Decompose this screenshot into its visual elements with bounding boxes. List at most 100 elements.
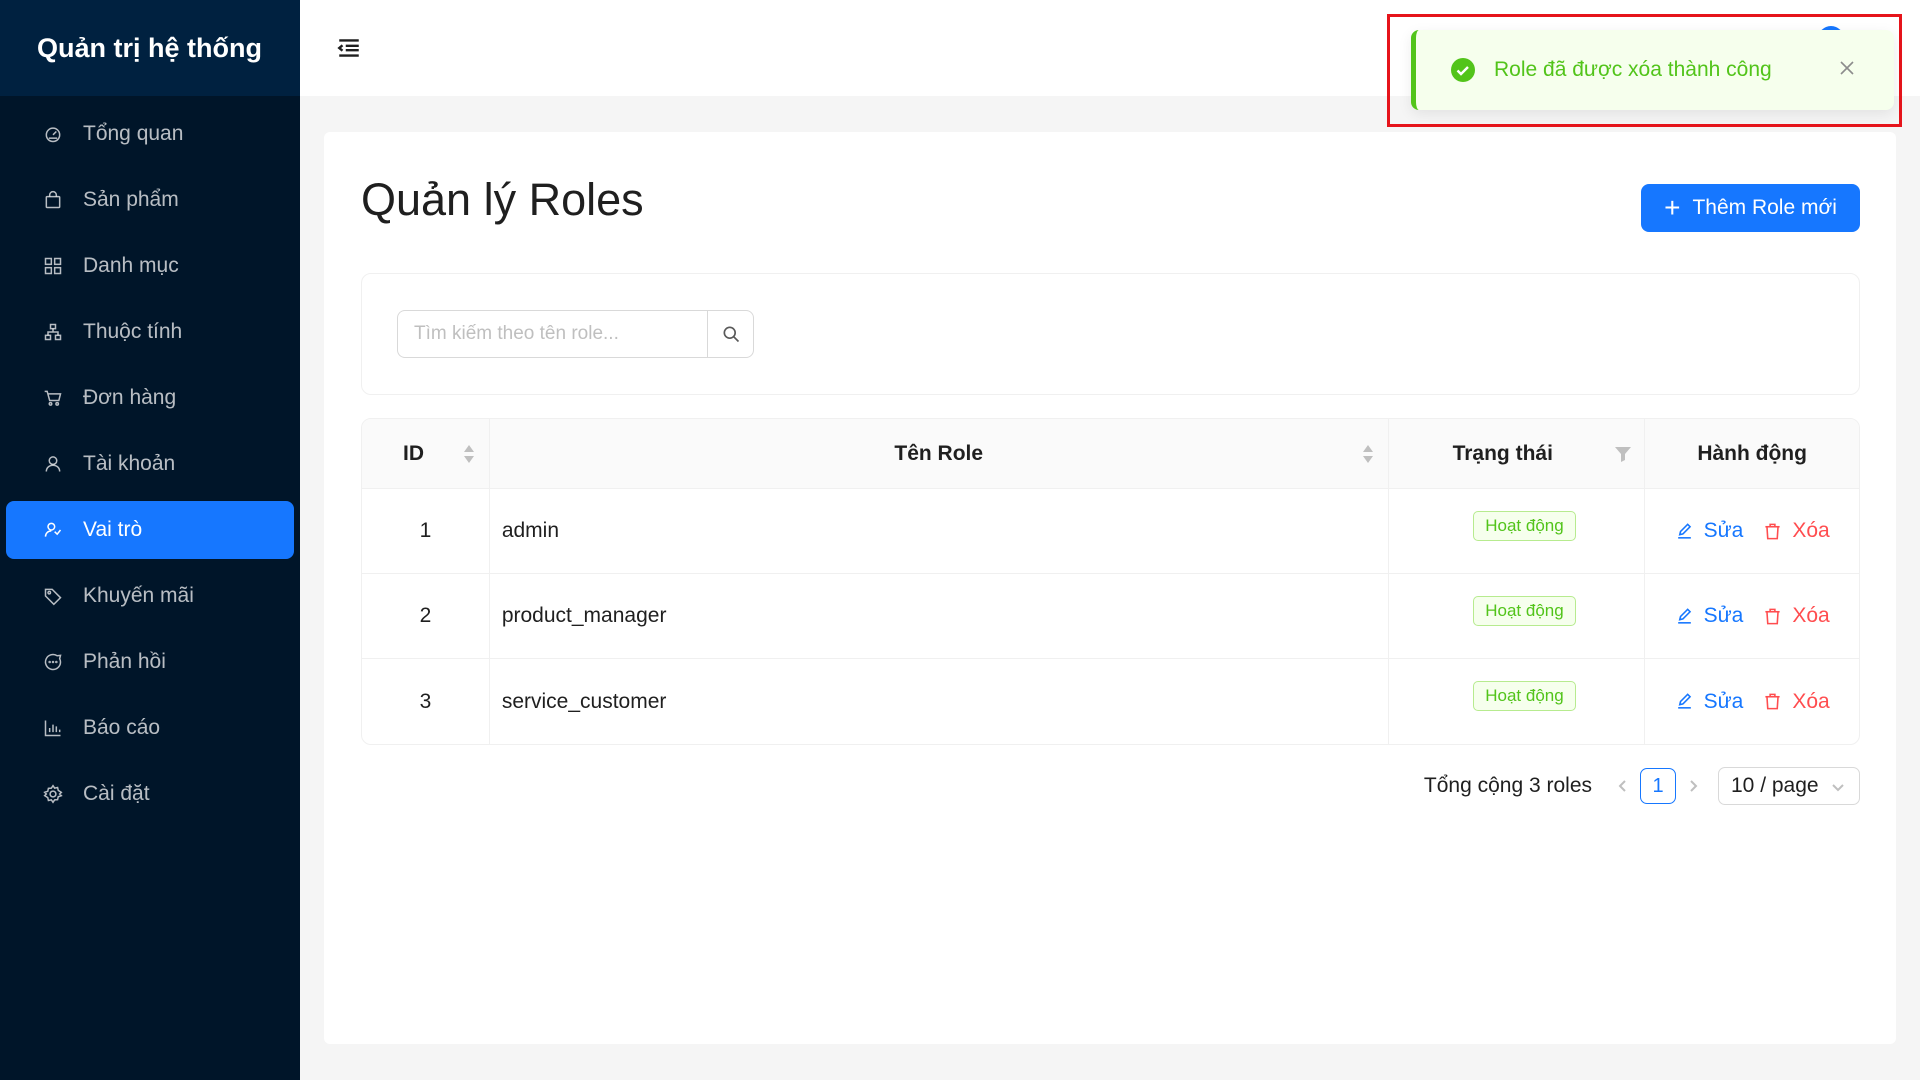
- table-header: ID Tên Role Trạng thái Hành động: [362, 419, 1859, 489]
- sort-icon[interactable]: [462, 443, 476, 465]
- prev-page-button[interactable]: [1610, 768, 1636, 804]
- sidebar-menu: Tổng quan Sản phẩm Danh mục Thuộc tính Đ…: [0, 96, 300, 823]
- edit-label: Sửa: [1703, 689, 1744, 713]
- edit-button[interactable]: Sửa: [1675, 519, 1744, 543]
- delete-button[interactable]: Xóa: [1763, 519, 1830, 543]
- success-toast: Role đã được xóa thành công: [1411, 30, 1894, 110]
- pagination: Tổng cộng 3 roles 1 10 / page: [1424, 767, 1860, 805]
- sidebar-item-orders[interactable]: Đơn hàng: [6, 369, 294, 427]
- cell-role-name: admin: [490, 489, 1389, 573]
- sidebar-item-promotions[interactable]: Khuyến mãi: [6, 567, 294, 625]
- cell-actions: Sửa Xóa: [1645, 659, 1859, 744]
- sidebar-item-label: Tài khoản: [83, 452, 176, 475]
- search-button[interactable]: [707, 310, 754, 358]
- status-badge: Hoạt động: [1473, 511, 1576, 541]
- cell-status: Hoạt động: [1389, 659, 1646, 744]
- trash-icon: [1765, 523, 1780, 539]
- cell-id: 3: [362, 659, 490, 744]
- sidebar-item-label: Vai trò: [83, 518, 143, 541]
- menu-fold-icon[interactable]: [336, 35, 364, 63]
- column-header-label: ID: [403, 441, 424, 465]
- page-title: Quản lý Roles: [361, 174, 644, 225]
- sidebar-item-settings[interactable]: Cài đặt: [6, 765, 294, 823]
- sidebar-item-feedback[interactable]: Phản hồi: [6, 633, 294, 691]
- sidebar-item-label: Đơn hàng: [83, 386, 177, 409]
- cell-id: 1: [362, 489, 490, 573]
- sidebar-item-products[interactable]: Sản phẩm: [6, 171, 294, 229]
- hierarchy-icon: [42, 321, 64, 343]
- sidebar-item-roles[interactable]: Vai trò: [6, 501, 294, 559]
- column-header-name[interactable]: Tên Role: [490, 419, 1389, 488]
- dashboard-icon: [42, 123, 64, 145]
- close-icon[interactable]: [1838, 59, 1860, 81]
- column-header-id[interactable]: ID: [362, 419, 490, 488]
- search-card: [361, 273, 1860, 395]
- search-input[interactable]: [397, 310, 707, 358]
- shopping-bag-icon: [42, 189, 64, 211]
- status-badge: Hoạt động: [1473, 681, 1576, 711]
- cart-icon: [42, 387, 64, 409]
- cell-id: 2: [362, 574, 490, 658]
- cell-role-name: service_customer: [490, 659, 1389, 744]
- table-row: 2 product_manager Hoạt động Sửa Xóa: [362, 574, 1859, 659]
- edit-button[interactable]: Sửa: [1675, 604, 1744, 628]
- edit-icon: [1677, 522, 1691, 539]
- trash-icon: [1765, 608, 1780, 624]
- column-header-label: Tên Role: [894, 441, 984, 465]
- cell-actions: Sửa Xóa: [1645, 574, 1859, 658]
- sidebar-item-label: Danh mục: [83, 254, 179, 277]
- column-header-label: Trạng thái: [1452, 441, 1553, 465]
- delete-button[interactable]: Xóa: [1763, 604, 1830, 628]
- chevron-right-icon: [1690, 780, 1698, 792]
- sidebar-item-label: Tổng quan: [83, 122, 184, 145]
- delete-label: Xóa: [1792, 689, 1830, 713]
- chevron-down-icon: [1832, 784, 1844, 792]
- brand-title: Quản trị hệ thống: [37, 32, 262, 63]
- toast-message: Role đã được xóa thành công: [1494, 58, 1772, 81]
- add-role-button[interactable]: + Thêm Role mới: [1641, 184, 1860, 232]
- column-header-actions: Hành động: [1645, 419, 1859, 488]
- sidebar-item-categories[interactable]: Danh mục: [6, 237, 294, 295]
- filter-icon[interactable]: [1614, 445, 1632, 463]
- sidebar-item-dashboard[interactable]: Tổng quan: [6, 105, 294, 163]
- edit-icon: [1677, 607, 1691, 624]
- pagination-total: Tổng cộng 3 roles: [1423, 774, 1592, 797]
- sidebar-item-attributes[interactable]: Thuộc tính: [6, 303, 294, 361]
- sidebar-item-label: Sản phẩm: [83, 188, 179, 211]
- gear-icon: [42, 783, 64, 805]
- main-content: Quản lý Roles + Thêm Role mới ID Tên Rol…: [324, 132, 1896, 1044]
- sidebar-item-label: Thuộc tính: [83, 320, 183, 343]
- status-badge: Hoạt động: [1473, 596, 1576, 626]
- next-page-button[interactable]: [1680, 768, 1706, 804]
- plus-icon: +: [1664, 192, 1681, 223]
- sidebar-item-label: Phản hồi: [83, 650, 166, 673]
- search-group: [397, 310, 754, 358]
- sort-icon[interactable]: [1361, 443, 1375, 465]
- delete-label: Xóa: [1792, 604, 1830, 627]
- sidebar-item-reports[interactable]: Báo cáo: [6, 699, 294, 757]
- sidebar-item-label: Khuyến mãi: [83, 584, 194, 607]
- cell-status: Hoạt động: [1389, 489, 1646, 573]
- brand: Quản trị hệ thống: [0, 0, 300, 96]
- edit-button[interactable]: Sửa: [1675, 689, 1744, 714]
- sidebar: Quản trị hệ thống Tổng quan Sản phẩm Dan…: [0, 0, 300, 1080]
- cell-role-name: product_manager: [490, 574, 1389, 658]
- add-role-label: Thêm Role mới: [1692, 196, 1837, 219]
- page-number[interactable]: 1: [1640, 768, 1676, 804]
- edit-icon: [1677, 693, 1691, 709]
- sidebar-item-accounts[interactable]: Tài khoản: [6, 435, 294, 493]
- column-header-status: Trạng thái: [1389, 419, 1646, 488]
- delete-button[interactable]: Xóa: [1763, 689, 1830, 714]
- message-icon: [42, 651, 64, 673]
- page-size-select[interactable]: 10 / page: [1718, 767, 1860, 805]
- tag-icon: [42, 585, 64, 607]
- bar-chart-icon: [42, 717, 64, 739]
- edit-label: Sửa: [1703, 519, 1744, 542]
- column-header-label: Hành động: [1697, 441, 1807, 465]
- table-row: 3 service_customer Hoạt động Sửa Xóa: [362, 659, 1859, 744]
- cell-actions: Sửa Xóa: [1645, 489, 1859, 573]
- edit-label: Sửa: [1703, 604, 1744, 627]
- sidebar-item-label: Báo cáo: [83, 716, 161, 739]
- user-group-icon: [42, 519, 64, 541]
- check-circle-icon: [1450, 57, 1476, 83]
